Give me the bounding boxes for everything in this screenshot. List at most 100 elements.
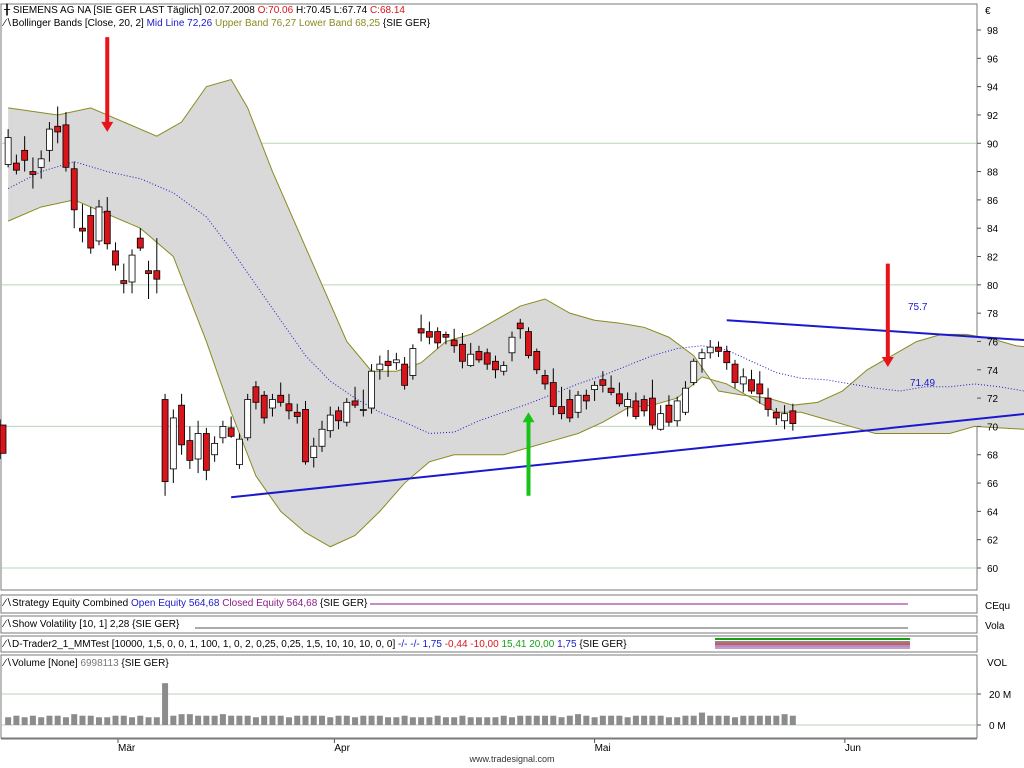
dtrader-v3: -0,44 [444,639,468,650]
y-tick-label: 78 [987,309,999,320]
strategy-axis-label: CEqu [985,601,1010,612]
candle-body [62,124,70,168]
time-axis: MärAprMaiJunJul [1,738,977,754]
candle-body [558,406,565,415]
candle-body [632,400,640,417]
candle-body [450,339,458,347]
candle-body [384,360,392,366]
bollinger-header: ∕∖Bollinger Bands [Close, 20, 2] Mid Lin… [4,18,430,30]
volume-bar [608,715,615,725]
volume-bar [467,717,474,725]
volume-axis-label: VOL [987,658,1007,669]
volume-bar [765,715,772,725]
dtrader-v4: -10,00 [470,639,499,650]
volume-axis: 20 M 0 M [977,690,1011,732]
candle-body [293,411,301,417]
candle-body [516,322,524,330]
candle-body [425,331,433,338]
dtrader-v1: -/- -/- [398,639,420,650]
candle-body [359,409,367,411]
y-tick-label: 80 [987,281,999,292]
candle-body [318,428,326,447]
volume-bar [319,715,326,725]
volatility-name: Show Volatility [10, 1] 2,28 {SIE GER} [12,619,180,630]
volume-bar [657,715,664,725]
candle-body [599,379,607,386]
y-tick-label: 96 [987,54,999,65]
volume-bar [385,717,392,725]
volume-bar [690,715,697,725]
candle-body [46,128,53,151]
candle-body [178,404,185,446]
candle-body [335,410,342,422]
volume-bar [137,715,144,725]
candle-body [120,280,128,284]
candle-body [79,227,86,232]
indicator-icon: ∕∖ [4,598,13,609]
candle-body [326,414,334,432]
candle-body [706,346,714,354]
candle-body [615,393,623,405]
candle-body [541,375,549,385]
candle-body [343,401,351,423]
volume-bar [698,712,705,725]
volume-bar [195,715,202,725]
volume-bar [583,715,590,725]
volume-suffix: {SIE GER} [121,658,169,669]
volume-bar [87,715,94,725]
volume-bar [781,714,788,725]
volume-bar [401,715,408,725]
candle-body [748,379,755,392]
y-tick-label: 70 [987,422,999,433]
candle-body [87,215,95,249]
candle-body [715,346,722,352]
volume-bar [550,715,557,725]
header-open: O:70.06 [257,5,294,16]
dtrader-v6: 20,00 [529,639,555,650]
volume-bar [178,714,185,725]
volume-bar [153,717,160,725]
volume-bar [186,714,193,725]
y-tick-label: 92 [987,111,999,122]
price-header: ╂ SIEMENS AG NA [SIE GER LAST Täglich] 0… [4,5,405,17]
volume-bar [236,715,243,725]
header-low: L:67.74 [333,5,368,16]
volume-bar [38,717,45,725]
volume-bar [261,715,268,725]
volume-bar [170,715,177,725]
volume-bar [500,715,507,725]
volume-bar [335,715,342,725]
candle-body [781,413,788,422]
volume-bar [517,715,524,725]
candle-body [161,399,169,483]
candle-body [252,386,260,403]
strategy-suffix: {SIE GER} [320,598,368,609]
volume-bar [732,717,739,725]
volume-bar [459,715,466,725]
volume-bar [715,715,722,725]
candle-body [260,394,268,419]
candle-body [409,348,417,376]
candle-body [566,399,574,419]
candle-body [434,331,442,344]
candle-body [95,206,103,242]
candle-body [467,353,475,366]
candle-body [227,427,235,437]
candle-body [640,399,648,412]
volume-bar [409,717,416,725]
volume-bar [624,717,631,725]
volume-bar [566,715,573,725]
candle-body [442,333,450,338]
indicator-icon: ∕∖ [4,18,13,29]
volume-bar [112,715,119,725]
candle-body [475,350,483,361]
volume-bar [575,714,582,725]
candle-body [54,125,62,133]
candle-body [29,171,37,175]
candle-body [483,352,491,365]
y-tick-label: 64 [987,507,999,518]
price-panel [0,3,978,591]
candle-body [731,363,739,383]
volume-bar [756,715,763,725]
candle-body [500,365,508,372]
